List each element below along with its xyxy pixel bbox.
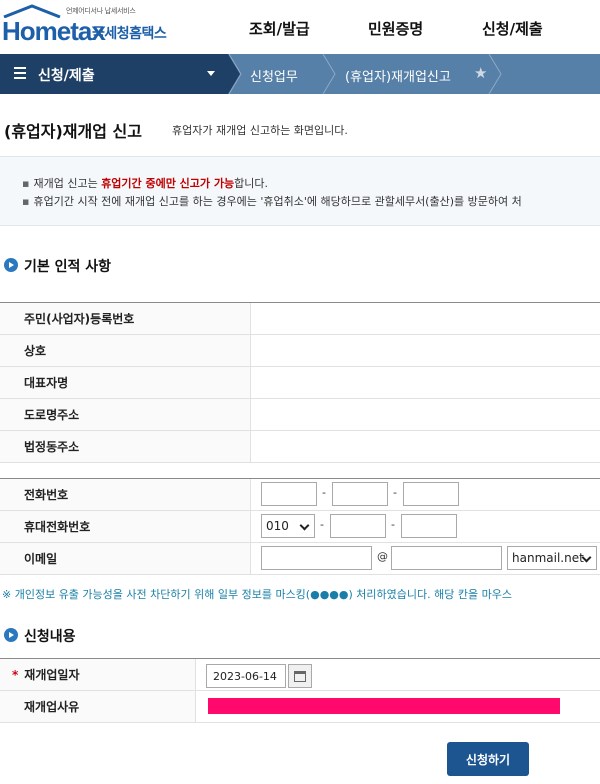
chevron-separator-icon	[228, 54, 242, 94]
section-apply-details: 신청내용	[4, 626, 76, 646]
mobile-prefix-value: 010	[266, 519, 289, 533]
email-domain-field[interactable]	[391, 546, 502, 570]
mobile-label: 휴대전화번호	[0, 511, 251, 542]
row-label-company: 상호	[0, 335, 251, 366]
arrow-circle-icon	[4, 628, 18, 642]
info-text: 합니다.	[234, 177, 268, 190]
mobile-field-3[interactable]	[401, 514, 457, 538]
bullet-icon: ▪	[22, 195, 30, 208]
info-line-2: ▪ 휴업기간 시작 전에 재개업 신고를 하는 경우에는 '휴업취소'에 해당하므…	[22, 193, 522, 209]
calendar-button[interactable]	[288, 664, 312, 688]
breadcrumb-item-apply-task[interactable]: 신청업무	[250, 66, 298, 85]
table-row: 주민(사업자)등록번호	[0, 303, 600, 335]
nav-application[interactable]: 신청/제출	[482, 18, 543, 39]
star-icon[interactable]: ★	[474, 64, 487, 82]
section-heading: 신청내용	[24, 629, 76, 645]
reopen-date-label: * 재개업일자	[0, 659, 196, 690]
logo-tagline: 언제어디서나 납세서비스	[66, 7, 136, 15]
table-row: 법정동주소	[0, 431, 600, 463]
breadcrumb-item-reopening: (휴업자)재개업신고	[345, 70, 451, 85]
chevron-down-icon	[299, 520, 310, 531]
email-id-field[interactable]	[261, 546, 372, 570]
row-label-reg-number: 주민(사업자)등록번호	[0, 303, 251, 334]
phone-field-3[interactable]	[403, 482, 459, 506]
menu-dropdown-label: 신청/제출	[38, 68, 95, 84]
phone-label: 전화번호	[0, 479, 251, 510]
at-sign: @	[377, 550, 388, 563]
menu-dropdown[interactable]: 신청/제출	[0, 54, 228, 94]
dash-separator: -	[391, 518, 395, 531]
email-domain-value: hanmail.net	[512, 551, 584, 565]
info-line-1: ▪ 재개업 신고는 휴업기간 중에만 신고가 가능합니다.	[22, 175, 268, 191]
email-label: 이메일	[0, 543, 251, 574]
breadcrumb: 신청/제출 신청업무 (휴업자)재개업신고 ★	[0, 54, 600, 94]
logo-brand: Hometax	[2, 16, 106, 46]
row-label-representative: 대표자명	[0, 367, 251, 398]
chevron-separator-icon	[322, 54, 336, 94]
section-basic-info: 기본 인적 사항	[4, 256, 111, 276]
reopen-reason-field[interactable]	[208, 698, 560, 714]
table-row: 상호	[0, 335, 600, 367]
chevron-separator-icon	[488, 54, 502, 94]
table-row: 대표자명	[0, 367, 600, 399]
arrow-circle-icon	[4, 258, 18, 272]
calendar-icon	[294, 671, 306, 682]
page-title: (휴업자)재개업 신고	[4, 122, 142, 141]
reopen-date-field[interactable]: 2023-06-14	[206, 664, 286, 688]
logo-subtitle: 국세청홈택스	[92, 26, 167, 42]
reopen-date-label-text: 재개업일자	[24, 668, 80, 682]
info-box: ▪ 재개업 신고는 휴업기간 중에만 신고가 가능합니다. ▪ 휴업기간 시작 전에…	[0, 156, 600, 226]
row-label-road-address: 도로명주소	[0, 399, 251, 430]
nav-inquiry[interactable]: 조회/발급	[249, 18, 310, 39]
caret-down-icon	[207, 71, 215, 76]
section-heading: 기본 인적 사항	[24, 259, 112, 275]
info-text: 재개업 신고는	[33, 177, 102, 190]
mobile-field-2[interactable]	[330, 514, 386, 538]
nav-certificate[interactable]: 민원증명	[368, 18, 423, 39]
phone-field-2[interactable]	[332, 482, 388, 506]
row-label-lot-address: 법정동주소	[0, 431, 251, 462]
reopen-reason-label: 재개업사유	[0, 691, 196, 722]
masking-notice: ※ 개인정보 유출 가능성을 사전 차단하기 위해 일부 정보를 마스킹(●●●…	[2, 588, 512, 601]
table-row: 도로명주소	[0, 399, 600, 431]
info-text: 휴업기간 시작 전에 재개업 신고를 하는 경우에는 '휴업취소'에 해당하므로…	[33, 195, 522, 208]
hamburger-icon	[14, 67, 26, 79]
mobile-prefix-select[interactable]: 010	[261, 514, 315, 538]
email-domain-select[interactable]: hanmail.net	[507, 546, 597, 570]
dash-separator: -	[320, 518, 324, 531]
dash-separator: -	[322, 486, 326, 499]
info-highlight: 휴업기간 중에만 신고가 가능	[101, 177, 235, 190]
submit-button[interactable]: 신청하기	[447, 742, 529, 776]
hometax-logo[interactable]: 언제어디서나 납세서비스 Hometax 국세청홈택스	[0, 4, 190, 50]
phone-field-1[interactable]	[261, 482, 317, 506]
site-header: 언제어디서나 납세서비스 Hometax 국세청홈택스 조회/발급 민원증명 신…	[0, 0, 600, 54]
dash-separator: -	[393, 486, 397, 499]
required-mark: *	[12, 667, 19, 682]
reopen-date-value: 2023-06-14	[213, 669, 277, 683]
bullet-icon: ▪	[22, 177, 30, 190]
page-description: 휴업자가 재개업 신고하는 화면입니다.	[172, 124, 348, 137]
